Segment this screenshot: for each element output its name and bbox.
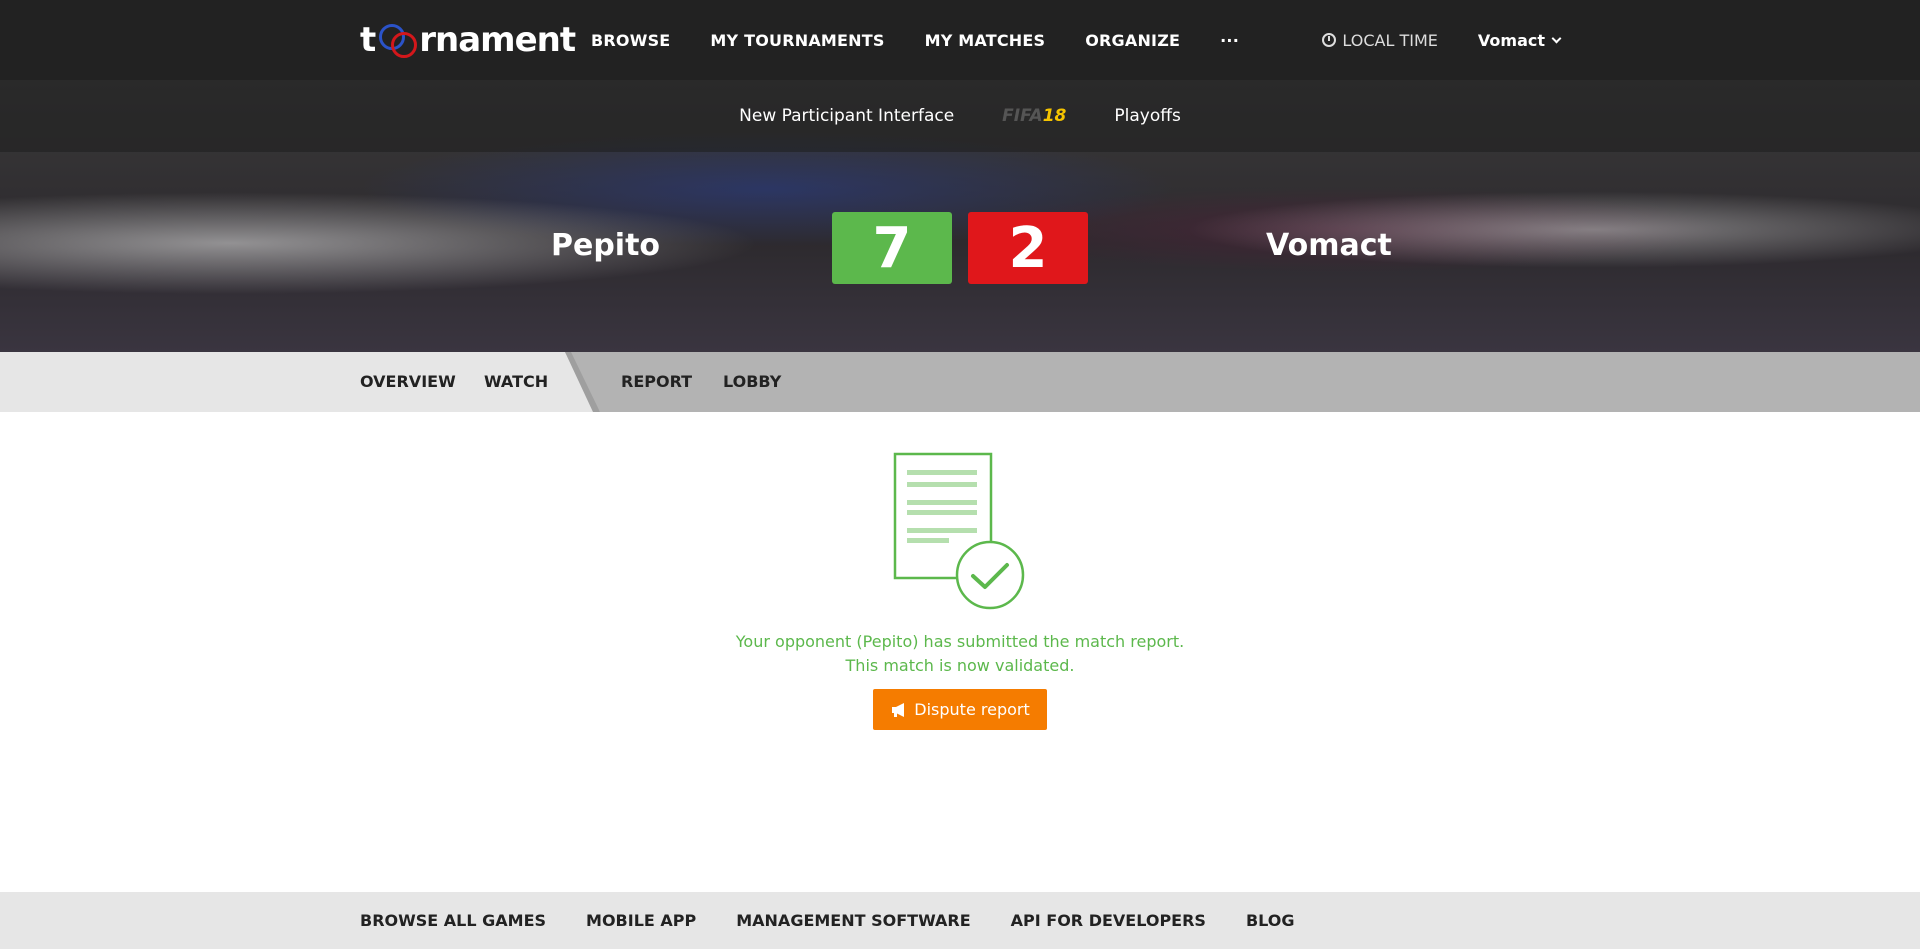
tab-overview[interactable]: OVERVIEW — [360, 352, 456, 412]
tab-report[interactable]: REPORT — [621, 352, 692, 412]
top-navbar-inner: t rnament BROWSE MY TOURNAMENTS MY MATCH… — [360, 0, 1562, 80]
local-time-label: LOCAL TIME — [1342, 30, 1438, 50]
nav-my-tournaments[interactable]: MY TOURNAMENTS — [710, 31, 884, 50]
footer: BROWSE ALL GAMES MOBILE APP MANAGEMENT S… — [0, 892, 1920, 949]
clock-icon — [1322, 33, 1337, 47]
local-time-toggle[interactable]: LOCAL TIME — [1322, 30, 1438, 50]
chevron-down-icon — [1551, 33, 1562, 43]
validated-report-icon — [893, 452, 1025, 610]
logo-prefix: t — [360, 20, 376, 60]
team-right-name[interactable]: Vomact — [1266, 228, 1392, 263]
tab-watch[interactable]: WATCH — [484, 352, 548, 412]
nav-my-matches[interactable]: MY MATCHES — [925, 31, 1046, 50]
game-logo: FIFA18 — [1002, 106, 1067, 126]
footer-api-for-developers[interactable]: API FOR DEVELOPERS — [1011, 911, 1206, 930]
breadcrumb: New Participant Interface FIFA18 Playoff… — [0, 80, 1920, 152]
report-status-line2: This match is now validated. — [845, 656, 1075, 675]
dispute-report-button[interactable]: Dispute report — [873, 689, 1047, 730]
logo-rings-icon — [377, 20, 418, 60]
user-menu[interactable]: Vomact — [1477, 30, 1562, 50]
footer-blog[interactable]: BLOG — [1246, 911, 1295, 930]
score-left: 7 — [832, 212, 952, 284]
tab-lobby[interactable]: LOBBY — [723, 352, 781, 412]
footer-browse-all-games[interactable]: BROWSE ALL GAMES — [360, 911, 546, 930]
breadcrumb-stage[interactable]: Playoffs — [1114, 106, 1180, 126]
match-tabs: OVERVIEW WATCH REPORT LOBBY — [0, 352, 1920, 412]
match-hero: New Participant Interface FIFA18 Playoff… — [0, 80, 1920, 352]
megaphone-icon — [892, 702, 905, 717]
main-nav: BROWSE MY TOURNAMENTS MY MATCHES ORGANIZ… — [591, 0, 1279, 80]
logo-suffix: rnament — [419, 20, 576, 60]
report-status-line1: Your opponent (Pepito) has submitted the… — [735, 632, 1185, 651]
breadcrumb-tournament[interactable]: New Participant Interface — [739, 106, 954, 126]
nav-browse[interactable]: BROWSE — [591, 31, 670, 50]
top-navbar: t rnament BROWSE MY TOURNAMENTS MY MATCH… — [0, 0, 1920, 80]
score-right: 2 — [968, 212, 1088, 284]
nav-right: LOCAL TIME Vomact — [1322, 0, 1562, 80]
nav-more-menu[interactable]: ··· — [1220, 31, 1239, 50]
dispute-report-label: Dispute report — [914, 700, 1030, 719]
site-logo[interactable]: t rnament — [360, 18, 576, 62]
user-name: Vomact — [1477, 30, 1545, 50]
report-status-message: Your opponent (Pepito) has submitted the… — [0, 630, 1920, 678]
nav-organize[interactable]: ORGANIZE — [1085, 31, 1180, 50]
footer-management-software[interactable]: MANAGEMENT SOFTWARE — [736, 911, 970, 930]
team-left-name[interactable]: Pepito — [551, 228, 660, 263]
footer-links: BROWSE ALL GAMES MOBILE APP MANAGEMENT S… — [360, 892, 1335, 949]
footer-mobile-app[interactable]: MOBILE APP — [586, 911, 696, 930]
